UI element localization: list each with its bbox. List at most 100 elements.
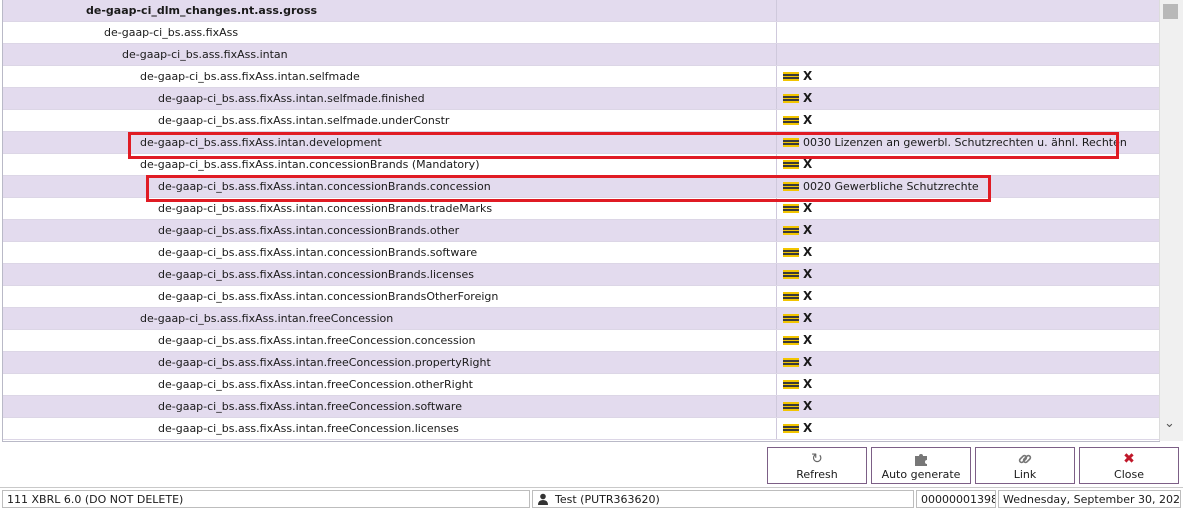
row-value-cell[interactable] [779,44,1160,65]
germany-flag-icon [783,424,799,433]
row-element-name: de-gaap-ci_bs.ass.fixAss [3,22,777,43]
row-value-text: X [803,223,813,237]
row-value-text: X [803,377,813,391]
row-element-name: de-gaap-ci_bs.ass.fixAss.intan.freeConce… [3,396,777,417]
table-row[interactable]: de-gaap-ci_bs.ass.fixAss.intan.concessio… [3,220,1160,242]
row-value-cell[interactable]: X [779,198,1160,219]
row-value-text: X [803,69,813,83]
row-value-cell[interactable]: X [779,220,1160,241]
auto-generate-button-label: Auto generate [881,468,961,481]
row-element-name: de-gaap-ci_bs.ass.fixAss.intan.freeConce… [3,308,777,329]
close-button[interactable]: ✖ Close [1079,447,1179,484]
table-row[interactable]: de-gaap-ci_bs.ass.fixAss.intan.selfmade.… [3,88,1160,110]
puzzle-icon [872,450,970,468]
table-row[interactable]: de-gaap-ci_bs.ass.fixAss.intan.selfmade X [3,66,1160,88]
table-row[interactable]: de-gaap-ci_bs.ass.fixAss.intan.concessio… [3,286,1160,308]
scrollbar-thumb[interactable] [1163,4,1178,19]
germany-flag-icon [783,380,799,389]
germany-flag-icon [783,402,799,411]
row-value-text: X [803,91,813,105]
row-value-cell[interactable]: X [779,330,1160,351]
row-element-name: de-gaap-ci_bs.ass.fixAss.intan.concessio… [3,176,777,197]
close-button-label: Close [1114,468,1144,481]
link-icon [976,450,1074,468]
row-value-cell[interactable]: X [779,396,1160,417]
table-row[interactable]: de-gaap-ci_bs.ass.fixAss.intan.concessio… [3,198,1160,220]
status-user-text: Test (PUTR363620) [555,493,660,506]
row-value-cell[interactable]: X [779,110,1160,131]
row-value-cell[interactable]: 0020 Gewerbliche Schutzrechte [779,176,1160,197]
row-element-name: de-gaap-ci_bs.ass.fixAss.intan.concessio… [3,264,777,285]
table-row[interactable]: de-gaap-ci_bs.ass.fixAss.intan.freeConce… [3,396,1160,418]
user-icon [537,493,549,505]
table-row[interactable]: de-gaap-ci_bs.ass.fixAss.intan.freeConce… [3,374,1160,396]
germany-flag-icon [783,248,799,257]
row-element-name: de-gaap-ci_bs.ass.fixAss.intan [3,44,777,65]
row-value-cell[interactable] [779,0,1160,21]
row-value-cell[interactable]: X [779,242,1160,263]
row-value-cell[interactable] [779,22,1160,43]
row-value-text: X [803,113,813,127]
status-company-text: 111 XBRL 6.0 (DO NOT DELETE) [7,493,184,506]
row-element-name: de-gaap-ci_bs.ass.fixAss.intan.freeConce… [3,352,777,373]
refresh-button-label: Refresh [796,468,838,481]
table-row[interactable]: de-gaap-ci_bs.ass.fixAss.intan.selfmade.… [3,110,1160,132]
row-value-text: X [803,157,813,171]
row-element-name: de-gaap-ci_bs.ass.fixAss.intan.selfmade.… [3,88,777,109]
row-element-name: de-gaap-ci_bs.ass.fixAss.intan.concessio… [3,242,777,263]
germany-flag-icon [783,160,799,169]
table-row[interactable]: de-gaap-ci_dlm_changes.nt.ass.gross [3,0,1160,22]
table-row[interactable]: de-gaap-ci_bs.ass.fixAss.intan [3,44,1160,66]
germany-flag-icon [783,138,799,147]
table-row[interactable]: de-gaap-ci_bs.ass.fixAss [3,22,1160,44]
table-row[interactable]: de-gaap-ci_bs.ass.fixAss.intan.developme… [3,132,1160,154]
row-element-name: de-gaap-ci_bs.ass.fixAss.intan.concessio… [3,286,777,307]
scroll-down-arrow-icon[interactable]: ⌄ [1164,416,1175,431]
germany-flag-icon [783,314,799,323]
status-number-text: 00000001398 [921,493,996,506]
link-button[interactable]: Link [975,447,1075,484]
table-row[interactable]: de-gaap-ci_bs.ass.fixAss.intan.concessio… [3,154,1160,176]
table-row[interactable]: de-gaap-ci_bs.ass.fixAss.intan.concessio… [3,242,1160,264]
row-element-name: de-gaap-ci_bs.ass.fixAss.intan.concessio… [3,154,777,175]
row-value-text: X [803,399,813,413]
table-row[interactable]: de-gaap-ci_bs.ass.fixAss.intan.freeConce… [3,308,1160,330]
row-value-text: X [803,201,813,215]
row-element-name: de-gaap-ci_bs.ass.fixAss.intan.selfmade.… [3,110,777,131]
refresh-icon: ↻ [811,451,823,467]
germany-flag-icon [783,116,799,125]
row-value-cell[interactable]: 0030 Lizenzen an gewerbl. Schutzrechten … [779,132,1160,153]
row-element-name: de-gaap-ci_bs.ass.fixAss.intan.developme… [3,132,777,153]
table-row[interactable]: de-gaap-ci_bs.ass.fixAss.intan.freeConce… [3,418,1160,440]
vertical-scrollbar[interactable]: ⌄ [1159,0,1183,441]
table-row[interactable]: de-gaap-ci_bs.ass.fixAss.intan.freeConce… [3,330,1160,352]
row-value-text: X [803,245,813,259]
row-value-text: 0020 Gewerbliche Schutzrechte [803,180,979,193]
table-row[interactable]: de-gaap-ci_bs.ass.fixAss.intan.concessio… [3,176,1160,198]
row-value-cell[interactable]: X [779,286,1160,307]
refresh-button[interactable]: ↻ Refresh [767,447,867,484]
germany-flag-icon [783,204,799,213]
germany-flag-icon [783,226,799,235]
germany-flag-icon [783,72,799,81]
row-element-name: de-gaap-ci_bs.ass.fixAss.intan.concessio… [3,220,777,241]
row-value-cell[interactable]: X [779,66,1160,87]
row-value-cell[interactable]: X [779,264,1160,285]
row-value-text: X [803,333,813,347]
auto-generate-button[interactable]: Auto generate [871,447,971,484]
row-value-cell[interactable]: X [779,418,1160,439]
row-value-cell[interactable]: X [779,154,1160,175]
table-row[interactable]: de-gaap-ci_bs.ass.fixAss.intan.concessio… [3,264,1160,286]
germany-flag-icon [783,182,799,191]
germany-flag-icon [783,336,799,345]
row-value-cell[interactable]: X [779,88,1160,109]
row-value-cell[interactable]: X [779,352,1160,373]
table-row[interactable]: de-gaap-ci_bs.ass.fixAss.intan.freeConce… [3,352,1160,374]
status-date: Wednesday, September 30, 2020 [998,490,1181,508]
status-date-text: Wednesday, September 30, 2020 [1003,493,1181,506]
row-value-cell[interactable]: X [779,308,1160,329]
status-company: 111 XBRL 6.0 (DO NOT DELETE) [2,490,530,508]
status-user: Test (PUTR363620) [532,490,914,508]
row-value-cell[interactable]: X [779,374,1160,395]
link-button-label: Link [1013,468,1037,481]
